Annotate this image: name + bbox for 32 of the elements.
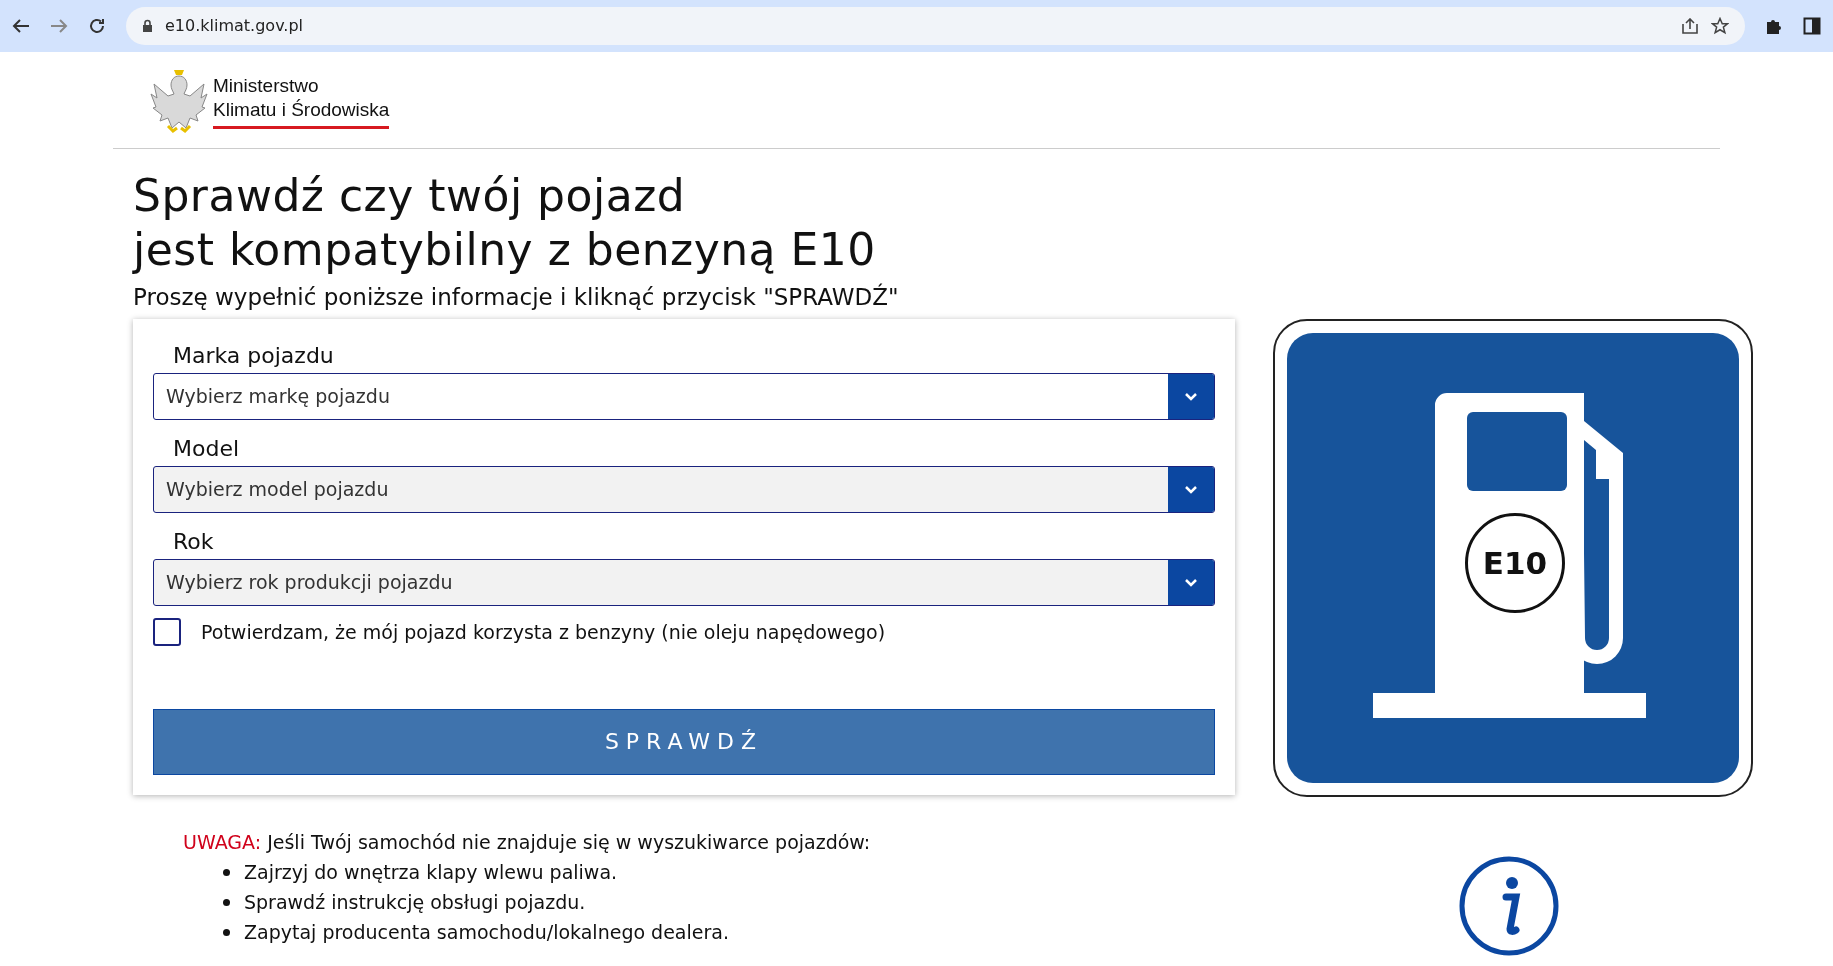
bullet-icon: [223, 898, 230, 906]
checkbox-label: Potwierdzam, że mój pojazd korzysta z benzyny (nie oleju napędowego): [201, 620, 886, 645]
lock-icon: [142, 19, 153, 33]
url-text: e10.klimat.gov.pl: [165, 15, 305, 37]
reload-icon[interactable]: [88, 17, 106, 35]
field-label: Rok: [172, 528, 215, 556]
notice-item: Zajrzyj do wnętrza klapy wlewu paliwa.: [244, 860, 618, 885]
side-panel-icon[interactable]: [1803, 17, 1821, 35]
eagle-emblem-drawing: [148, 68, 210, 134]
share-icon[interactable]: [1681, 18, 1699, 34]
bullet-icon: [223, 868, 230, 876]
dropdown-field[interactable]: Wybierz markę pojazdu: [153, 373, 1215, 420]
ministry-logo-text[interactable]: Ministerstwo Klimatu i Środowiska: [213, 73, 390, 129]
puzzle-icon[interactable]: [1765, 17, 1783, 35]
field-label: Model: [172, 435, 241, 463]
back-arrow-icon[interactable]: [12, 18, 30, 34]
field-label: Marka pojazdu: [172, 342, 335, 370]
submit-button[interactable]: SPRAWDŹ: [153, 708, 1215, 775]
page-subtitle: Proszę wypełnić poniższe informacje i kliknąć przycisk "SPRAWDŹ": [133, 282, 900, 312]
info-icon[interactable]: [1458, 855, 1560, 957]
chevron-down-icon: [1184, 392, 1198, 401]
chevron-down-icon: [1184, 578, 1198, 587]
checkbox[interactable]: [153, 618, 181, 647]
bullet-icon: [223, 928, 230, 936]
forward-arrow-icon[interactable]: [50, 18, 68, 34]
star-icon[interactable]: [1711, 17, 1729, 35]
notice-item: Zapytaj producenta samochodu/lokalnego dealera.: [244, 920, 729, 945]
page-title: Sprawdź czy twój pojazd jest kompatybilny z benzyną E10: [133, 169, 877, 277]
notice-item: Sprawdź instrukcję obsługi pojazdu.: [244, 890, 586, 915]
chevron-down-icon: [1184, 485, 1198, 494]
address-bar[interactable]: e10.klimat.gov.pl: [126, 7, 1745, 45]
notice-text: UWAGA: Jeśli Twój samochód nie znajduje się w wyszukiwarce pojazdów:: [183, 830, 872, 855]
